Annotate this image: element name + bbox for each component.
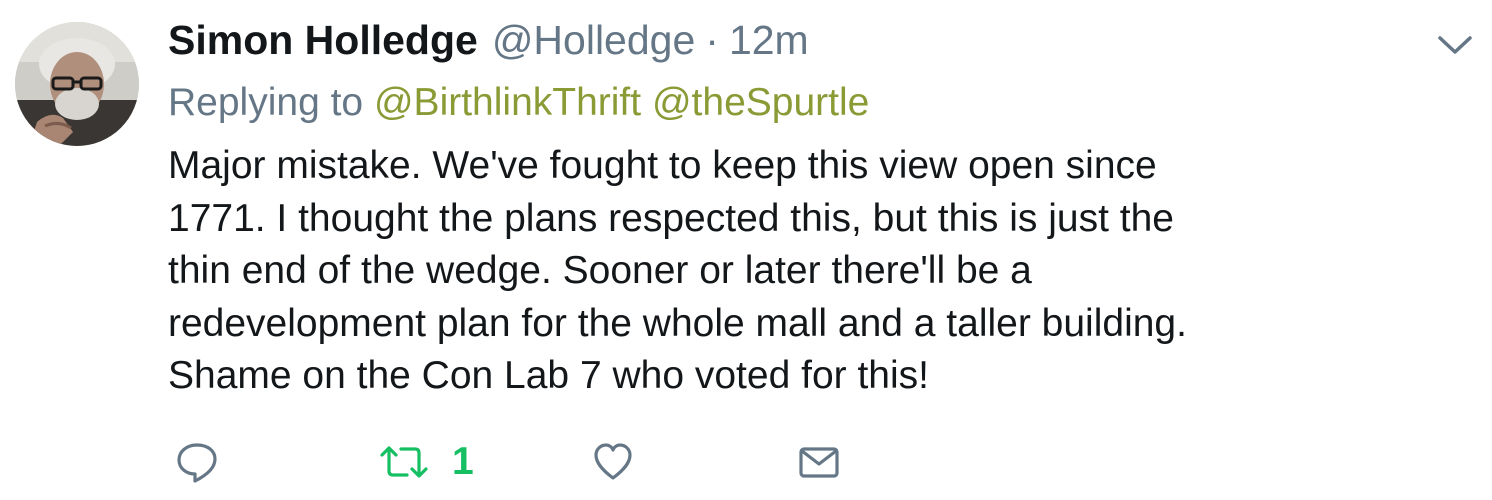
- like-button[interactable]: [592, 434, 634, 490]
- tweet-text: Major mistake. We've fought to keep this…: [168, 140, 1468, 403]
- avatar-image: [15, 22, 139, 146]
- replying-to-line: Replying to @BirthlinkThrift @theSpurtle: [168, 78, 869, 128]
- chevron-down-icon[interactable]: [1436, 30, 1474, 60]
- user-handle[interactable]: @Holledge: [492, 14, 695, 66]
- tweet-text-line: redevelopment plan for the whole mall an…: [168, 301, 1187, 345]
- tweet-actions: 1: [0, 434, 1492, 490]
- tweet-text-line: Shame on the Con Lab 7 who voted for thi…: [168, 354, 929, 397]
- timestamp[interactable]: 12m: [729, 14, 809, 66]
- reply-button[interactable]: [174, 434, 220, 490]
- tweet-text-line: thin end of the wedge. Sooner or later t…: [168, 249, 1032, 292]
- replying-prefix: Replying to: [168, 81, 364, 124]
- envelope-icon: [799, 447, 839, 478]
- reply-bubble-icon: [177, 443, 217, 483]
- avatar[interactable]: [15, 22, 139, 146]
- tweet-text-line: Major mistake. We've fought to keep this…: [168, 144, 1157, 187]
- tweet-text-line: 1771. I thought the plans respected this…: [168, 196, 1174, 240]
- tweet-header: Simon Holledge @Holledge · 12m: [168, 14, 809, 66]
- display-name[interactable]: Simon Holledge: [168, 14, 478, 66]
- direct-message-button[interactable]: [798, 434, 840, 490]
- retweet-icon: [380, 446, 428, 478]
- mention-link[interactable]: @theSpurtle: [652, 81, 869, 124]
- heart-icon: [594, 443, 632, 480]
- retweet-count: 1: [452, 440, 474, 483]
- header-separator: ·: [705, 17, 719, 63]
- mention-link[interactable]: @BirthlinkThrift: [374, 81, 641, 124]
- retweet-button[interactable]: 1: [378, 434, 474, 490]
